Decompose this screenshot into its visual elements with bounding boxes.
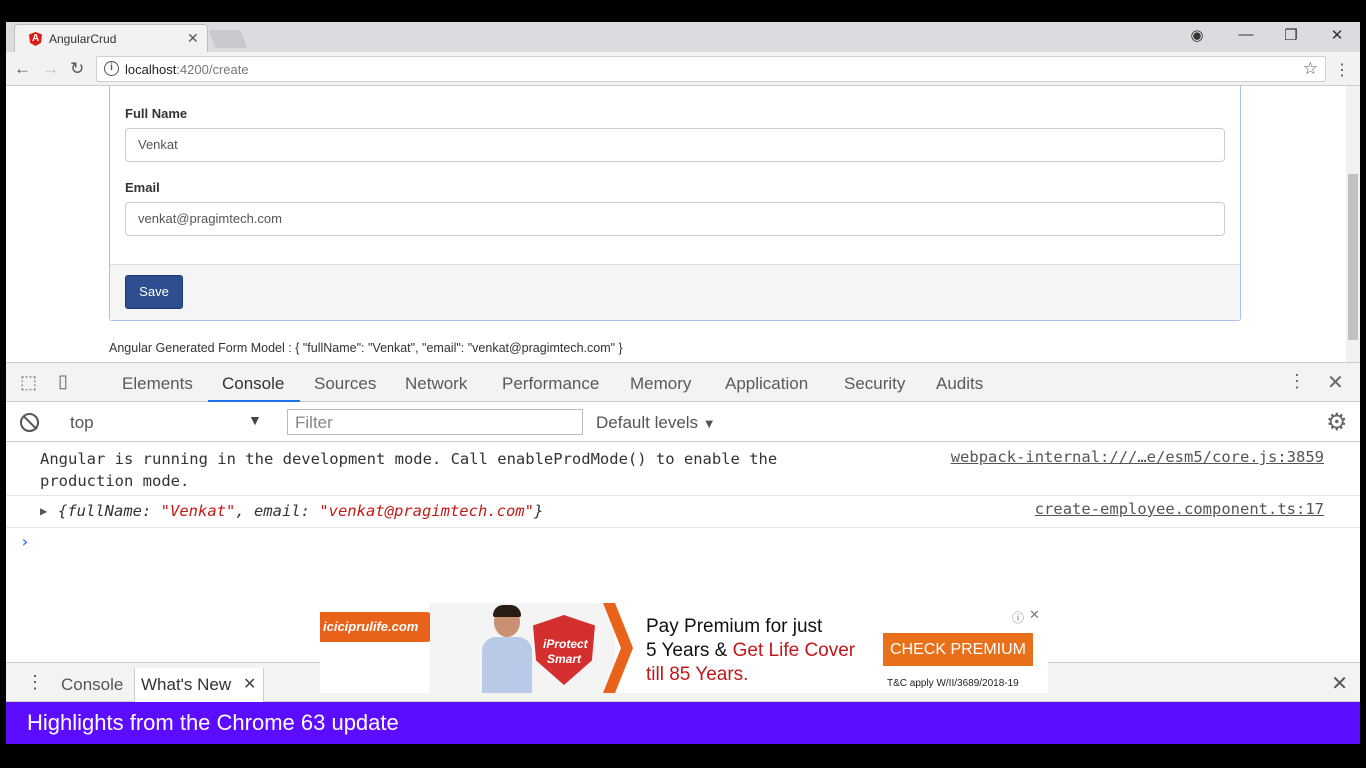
- devtools-menu-icon[interactable]: ⋮: [1288, 371, 1306, 392]
- url-text: localhost:4200/create: [125, 62, 249, 77]
- console-object[interactable]: {fullName: "Venkat", email: "venkat@prag…: [58, 500, 858, 522]
- email-label: Email: [125, 180, 160, 195]
- bookmark-star-icon[interactable]: ☆: [1303, 59, 1318, 79]
- close-devtools-icon[interactable]: ✕: [1327, 370, 1344, 395]
- log-levels-dropdown[interactable]: Default levels ▼: [596, 413, 716, 433]
- minimize-icon[interactable]: —: [1231, 26, 1261, 43]
- address-bar-row: ← → ↻ i localhost:4200/create ☆ ⋮: [6, 52, 1360, 86]
- email-input[interactable]: venkat@pragimtech.com: [125, 202, 1225, 236]
- console-source-link[interactable]: webpack-internal:///…e/esm5/core.js:3859: [951, 448, 1324, 466]
- fullname-input[interactable]: Venkat: [125, 128, 1225, 162]
- restore-icon[interactable]: ❐: [1276, 26, 1306, 44]
- console-message-text: Angular is running in the development mo…: [40, 450, 778, 490]
- console-message: ▶ {fullName: "Venkat", email: "venkat@pr…: [6, 496, 1360, 528]
- angular-logo-icon: [29, 32, 42, 46]
- scrollbar-thumb[interactable]: [1348, 174, 1358, 340]
- drawer-tab-label: What's New: [141, 675, 232, 694]
- close-drawer-icon[interactable]: ✕: [1331, 671, 1348, 696]
- ad-info-icon[interactable]: ⓘ: [1012, 609, 1024, 626]
- page-scrollbar[interactable]: [1346, 86, 1360, 362]
- url-input[interactable]: i localhost:4200/create ☆: [96, 56, 1326, 82]
- banner-title: Highlights from the Chrome 63 update: [27, 710, 399, 735]
- back-icon[interactable]: ←: [14, 59, 31, 79]
- devtools-tabbar: ⬚ ▯ Elements Console Sources Network Per…: [6, 362, 1360, 403]
- expand-triangle-icon[interactable]: ▶: [40, 504, 47, 518]
- close-drawer-tab-icon[interactable]: ✕: [243, 674, 256, 694]
- page-content: Full Name Venkat Email venkat@pragimtech…: [6, 86, 1346, 362]
- whats-new-banner: Highlights from the Chrome 63 update: [6, 702, 1360, 744]
- form-footer: Save: [110, 264, 1240, 320]
- ad-person-image: [476, 605, 536, 693]
- tab-performance[interactable]: Performance: [502, 374, 599, 394]
- profile-icon[interactable]: ◉: [1182, 26, 1212, 44]
- tab-audits[interactable]: Audits: [936, 374, 983, 394]
- form-panel: Full Name Venkat Email venkat@pragimtech…: [109, 86, 1241, 321]
- context-selector[interactable]: top: [70, 413, 94, 433]
- levels-dropdown-icon: ▼: [702, 416, 716, 431]
- console-source-link[interactable]: create-employee.component.ts:17: [1035, 500, 1324, 518]
- form-model-text: Angular Generated Form Model : { "fullNa…: [109, 341, 623, 355]
- forward-icon[interactable]: →: [42, 59, 59, 79]
- info-icon[interactable]: i: [104, 61, 119, 76]
- gear-icon[interactable]: ⚙: [1326, 408, 1348, 437]
- drawer-menu-icon[interactable]: ⋮: [26, 672, 44, 693]
- console-prompt-icon[interactable]: ›: [20, 532, 30, 551]
- ad-headline: Pay Premium for just 5 Years & Get Life …: [646, 616, 856, 685]
- context-dropdown-icon[interactable]: ▼: [248, 412, 262, 428]
- reload-icon[interactable]: ↻: [70, 59, 84, 79]
- tab-title: AngularCrud: [49, 32, 117, 46]
- console-filter-input[interactable]: Filter: [287, 409, 583, 435]
- fullname-label: Full Name: [125, 106, 188, 121]
- ad-brand-logo: iciciprulife.com: [320, 612, 436, 642]
- drawer-tab-whats-new[interactable]: What's New ✕: [134, 668, 264, 703]
- ad-fineprint: T&C apply W/II/3689/2018-19: [887, 678, 1019, 689]
- clear-console-icon[interactable]: [20, 413, 39, 432]
- ad-close-icon[interactable]: ✕: [1029, 607, 1040, 623]
- tab-security[interactable]: Security: [844, 374, 905, 394]
- tab-strip: AngularCrud ✕ ◉ — ❐ ✕: [6, 22, 1360, 52]
- tab-network[interactable]: Network: [405, 374, 467, 394]
- tab-application[interactable]: Application: [725, 374, 808, 394]
- console-message: Angular is running in the development mo…: [6, 442, 1360, 496]
- ad-cta-button[interactable]: CHECK PREMIUM: [883, 633, 1033, 666]
- close-tab-icon[interactable]: ✕: [187, 30, 199, 47]
- device-toolbar-icon[interactable]: ▯: [58, 371, 68, 392]
- tab-console[interactable]: Console: [222, 374, 284, 394]
- drawer-tab-console[interactable]: Console: [61, 675, 123, 695]
- tab-elements[interactable]: Elements: [122, 374, 193, 394]
- console-toolbar: top ▼ Filter Default levels ▼ ⚙: [6, 402, 1360, 442]
- browser-tab[interactable]: AngularCrud ✕: [14, 24, 208, 52]
- new-tab-button[interactable]: [208, 30, 248, 48]
- close-window-icon[interactable]: ✕: [1322, 26, 1352, 44]
- save-button[interactable]: Save: [125, 275, 183, 309]
- screen: AngularCrud ✕ ◉ — ❐ ✕ ← → ↻ i localhost:…: [0, 0, 1366, 768]
- inspect-element-icon[interactable]: ⬚: [20, 372, 37, 393]
- advertisement[interactable]: iciciprulife.com iProtect Smart Pay Prem…: [320, 603, 1048, 693]
- menu-icon[interactable]: ⋮: [1334, 60, 1350, 80]
- tab-sources[interactable]: Sources: [314, 374, 376, 394]
- tab-memory[interactable]: Memory: [630, 374, 691, 394]
